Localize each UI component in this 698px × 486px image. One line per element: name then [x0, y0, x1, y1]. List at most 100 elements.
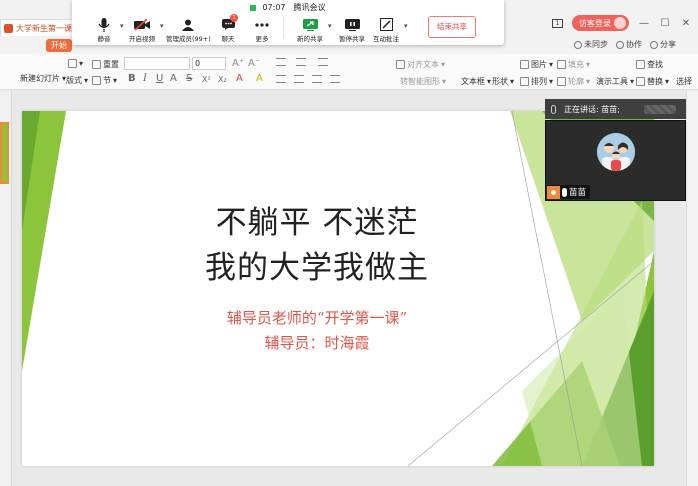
manage-members-button[interactable]: 管理成员(99+)	[166, 17, 211, 43]
fill-icon	[557, 60, 566, 69]
select-button[interactable]: 选择	[676, 76, 692, 87]
guest-login-label: 访客登录	[579, 18, 611, 28]
align-right-icon[interactable]	[312, 75, 322, 83]
document-tab[interactable]: 大学新生第一课.pp	[0, 19, 78, 36]
underline-icon[interactable]: U	[156, 73, 163, 84]
picture-icon	[520, 60, 529, 69]
share-icon	[650, 40, 658, 49]
speaker-name: 苗苗	[569, 188, 587, 198]
superscript-icon[interactable]: X²	[202, 75, 211, 84]
share-options-caret[interactable]: ▾	[328, 22, 332, 30]
reset-button[interactable]: 重置	[92, 59, 119, 70]
share-button[interactable]: 分享	[650, 39, 676, 50]
textbox-label: 文本框	[461, 77, 485, 86]
picture-label: 图片	[531, 60, 547, 69]
close-icon[interactable]: ✕	[680, 17, 692, 29]
user-avatar-icon	[614, 17, 626, 29]
picture-button[interactable]: 图片 ▾	[520, 59, 553, 70]
bullet-list-icon[interactable]	[276, 58, 286, 66]
collab-icon	[616, 40, 624, 49]
host-icon	[547, 185, 560, 199]
slide-thumbnail-1[interactable]	[0, 122, 9, 184]
layout-icon	[68, 59, 77, 68]
window-controls: 1 访客登录 — ☐ ✕	[552, 14, 698, 32]
find-icon	[636, 60, 645, 69]
menu-right-actions: 未同步 协作 分享	[574, 39, 676, 50]
bold-icon[interactable]: B	[128, 73, 136, 84]
replace-button[interactable]: 替换 ▾	[636, 76, 669, 87]
end-share-button[interactable]: 结束共享	[428, 16, 476, 38]
new-slide-button[interactable]: 新建幻灯片 ▾	[20, 73, 66, 84]
section-button[interactable]: 节 ▾	[92, 75, 117, 86]
speaker-avatar	[597, 133, 635, 171]
slide-title-line1: 不躺平 不迷茫	[215, 205, 419, 241]
justify-icon[interactable]	[330, 75, 340, 83]
family-avatar-icon	[597, 133, 635, 171]
indent-icon[interactable]	[318, 58, 328, 66]
guest-login-button[interactable]: 访客登录	[572, 15, 629, 31]
fill-button[interactable]: 填充 ▾	[557, 59, 590, 70]
monitor-icon[interactable]: 1	[552, 18, 563, 28]
replace-label: 替换	[647, 77, 663, 86]
maximize-icon[interactable]: ☐	[659, 17, 671, 29]
strikethrough-icon[interactable]: S	[186, 73, 192, 84]
mute-button[interactable]: 静音	[84, 17, 124, 43]
shrink-font-icon[interactable]: A⁻	[248, 58, 260, 69]
align-text-label: 对齐文本	[407, 60, 439, 69]
microphone-icon	[98, 17, 110, 32]
shadow-icon[interactable]: A	[170, 73, 177, 84]
annotate-button[interactable]: 互动批注	[366, 17, 406, 43]
find-label: 查找	[647, 60, 663, 69]
video-options-caret[interactable]: ▾	[160, 22, 164, 30]
arrange-button[interactable]: 排列 ▾	[520, 76, 553, 87]
number-list-icon[interactable]	[296, 58, 306, 66]
layout-label: 版式	[66, 76, 82, 85]
video-off-icon	[134, 18, 150, 31]
layout-button[interactable]: 版式 ▾	[66, 75, 88, 86]
outline-button[interactable]: 轮廓 ▾	[557, 76, 590, 87]
highlight-icon[interactable]: A	[256, 73, 263, 84]
align-left-icon[interactable]	[276, 75, 286, 83]
new-share-icon	[302, 18, 318, 31]
sync-button[interactable]: 未同步	[574, 39, 608, 50]
share-label: 分享	[660, 40, 676, 49]
annotate-options-caret[interactable]: ▾	[404, 22, 408, 30]
presentation-icon	[4, 23, 13, 33]
mic-on-icon	[562, 187, 567, 197]
vertical-scrollbar[interactable]	[686, 91, 698, 486]
menu-start-tab[interactable]: 开始	[46, 39, 72, 52]
align-center-icon[interactable]	[294, 75, 304, 83]
smart-graphic-button[interactable]: 转智能图形 ▾	[400, 76, 446, 87]
start-video-button[interactable]: 开启视频	[122, 17, 162, 43]
grow-font-icon[interactable]: A⁺	[232, 58, 244, 69]
textbox-button[interactable]: 文本框 ▾	[461, 76, 491, 87]
arrange-label: 排列	[531, 77, 547, 86]
font-name-input[interactable]	[124, 57, 190, 70]
collab-label: 协作	[626, 40, 642, 49]
italic-icon[interactable]: I	[143, 73, 147, 84]
chat-badge: 1	[230, 14, 238, 22]
more-label: 更多	[255, 35, 269, 43]
align-text-button[interactable]: 对齐文本 ▾	[396, 59, 445, 70]
meeting-time: 07:07	[262, 3, 286, 12]
speaker-video-panel[interactable]: 苗苗	[545, 120, 686, 201]
more-button[interactable]: 更多	[242, 17, 282, 43]
layout-icon-button[interactable]: ▾	[68, 59, 83, 68]
slide-subtitle-line2: 辅导员：时海霞	[264, 334, 370, 352]
shape-button[interactable]: 形状 ▾	[492, 76, 514, 87]
find-button[interactable]: 查找	[636, 59, 663, 70]
slide-title-line2: 我的大学我做主	[205, 250, 429, 286]
collab-button[interactable]: 协作	[616, 39, 642, 50]
new-share-button[interactable]: 新的共享	[290, 17, 330, 43]
microphone-icon	[551, 104, 556, 114]
reset-label: 重置	[103, 60, 119, 69]
minimize-icon[interactable]: —	[638, 17, 650, 29]
section-label: 节	[103, 76, 111, 85]
blurred-name	[644, 104, 676, 114]
present-tools-button[interactable]: 演示工具 ▾	[596, 76, 634, 87]
mute-label: 静音	[97, 35, 111, 43]
subscript-icon[interactable]: X₂	[218, 75, 227, 84]
font-size-input[interactable]: 0	[192, 57, 226, 70]
pause-share-label: 暂停共享	[339, 35, 365, 43]
font-color-icon[interactable]: A	[236, 73, 243, 84]
